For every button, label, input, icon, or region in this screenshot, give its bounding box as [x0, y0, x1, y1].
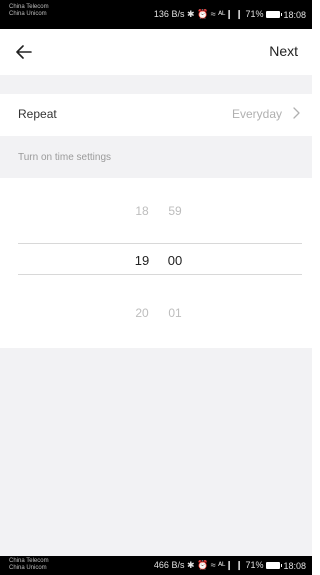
next-button[interactable]: Next [269, 43, 298, 59]
nav-bar: Next [0, 29, 312, 75]
status-indicators-bottom: 466 B/s ✱ ⏰ ≈ ᴬᴸ❙ ❙ 71% 18:08 [154, 560, 306, 571]
carrier-1-bottom: China Telecom [9, 558, 49, 564]
repeat-label: Repeat [18, 107, 57, 121]
repeat-row[interactable]: Repeat Everyday [0, 94, 312, 136]
repeat-value: Everyday [231, 107, 282, 121]
hour-option-above[interactable]: 18 [127, 204, 157, 218]
carrier-2: China Unicom [9, 11, 47, 17]
carrier-info: China Telecom China Unicom [9, 4, 49, 18]
hour-selected[interactable]: 19 [127, 253, 157, 268]
carrier-2-bottom: China Unicom [9, 565, 47, 571]
arrow-left-icon [16, 45, 32, 59]
minute-option-above[interactable]: 59 [160, 204, 190, 218]
carrier-info-bottom: China Telecom China Unicom [9, 558, 49, 572]
empty-area [0, 348, 312, 556]
status-bar-bottom: China Telecom China Unicom 466 B/s ✱ ⏰ ≈… [0, 556, 312, 575]
chevron-right-icon [293, 107, 300, 119]
minute-selected[interactable]: 00 [160, 253, 190, 268]
section-divider [0, 75, 312, 94]
status-time: 18:08 [283, 9, 306, 20]
section-header: Turn on time settings [0, 136, 312, 178]
status-indicators: 136 B/s ✱ ⏰ ≈ ᴬᴸ❙ ❙ 71% 18:08 [154, 9, 306, 20]
minute-option-below[interactable]: 01 [160, 306, 190, 320]
picker-top-line [18, 243, 302, 244]
time-picker[interactable]: 18 19 20 59 00 01 [0, 178, 312, 348]
status-time-bottom: 18:08 [283, 560, 306, 571]
back-button[interactable] [10, 38, 38, 66]
section-title: Turn on time settings [18, 152, 112, 163]
picker-bottom-line [18, 274, 302, 275]
hour-option-below[interactable]: 20 [127, 306, 157, 320]
status-bar-top: China Telecom China Unicom 136 B/s ✱ ⏰ ≈… [0, 0, 312, 29]
battery-icon-bottom [266, 562, 283, 569]
status-indicator-text: 136 B/s ✱ ⏰ ≈ ᴬᴸ❙ ❙ 71% [153, 9, 264, 19]
carrier-1: China Telecom [9, 4, 49, 10]
battery-icon [266, 11, 283, 18]
status-indicator-text-bottom: 466 B/s ✱ ⏰ ≈ ᴬᴸ❙ ❙ 71% [153, 560, 264, 570]
